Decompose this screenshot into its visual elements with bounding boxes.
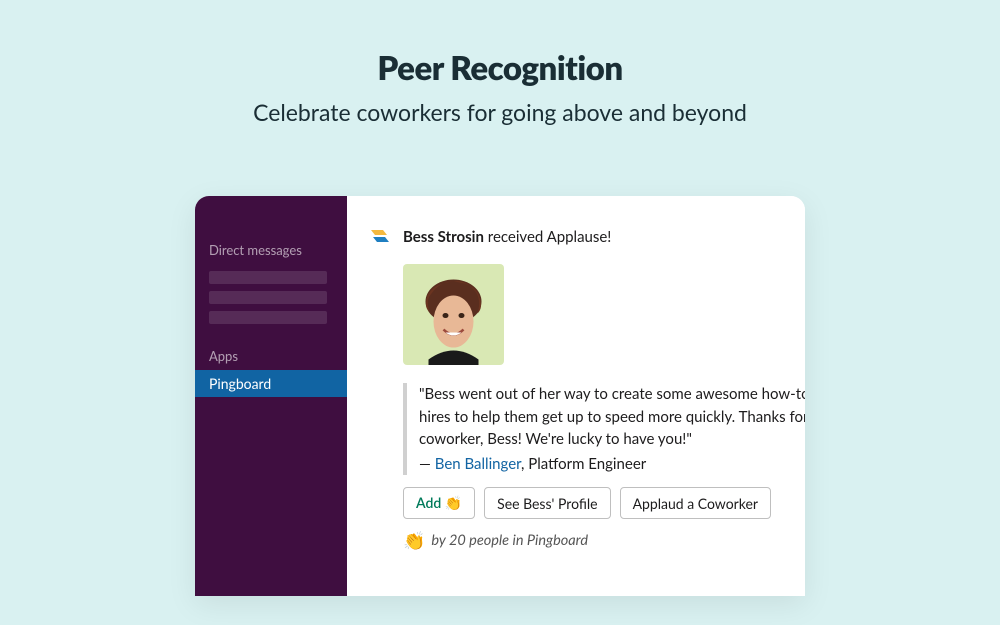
sidebar-dm-label: Direct messages xyxy=(195,236,347,264)
attribution-prefix: — xyxy=(419,455,435,473)
reaction-summary: 👏 by 20 people in Pingboard xyxy=(403,529,805,552)
quote-line: hires to help them get up to speed more … xyxy=(419,406,805,429)
applaud-coworker-button[interactable]: Applaud a Coworker xyxy=(620,487,771,519)
profile-photo xyxy=(403,264,504,365)
clap-icon: 👏 xyxy=(403,529,425,552)
sidebar: Direct messages Apps Pingboard xyxy=(195,196,347,596)
sidebar-apps-label: Apps xyxy=(195,342,347,370)
author-title: , Platform Engineer xyxy=(521,455,646,473)
recipient-name: Bess Strosin xyxy=(403,228,484,246)
page-subtitle: Celebrate coworkers for going above and … xyxy=(0,98,1000,126)
sidebar-item-pingboard[interactable]: Pingboard xyxy=(195,370,347,397)
see-profile-button[interactable]: See Bess' Profile xyxy=(484,487,610,519)
author-link[interactable]: Ben Ballinger xyxy=(435,455,521,473)
action-buttons: Add 👏 See Bess' Profile Applaud a Cowork… xyxy=(403,487,805,519)
message-title: Bess Strosin received Applause! xyxy=(403,228,611,246)
pingboard-icon xyxy=(369,226,391,248)
dm-placeholder xyxy=(209,311,327,324)
dm-placeholder xyxy=(209,291,327,304)
action-text: received Applause! xyxy=(484,228,611,246)
add-applause-button[interactable]: Add 👏 xyxy=(403,487,475,519)
message-content: Bess Strosin received Applause! "Bess we… xyxy=(347,196,805,596)
dm-placeholder xyxy=(209,271,327,284)
quote-block: "Bess went out of her way to create some… xyxy=(403,383,805,475)
quote-line: coworker, Bess! We're lucky to have you!… xyxy=(419,428,805,451)
quote-attribution: — Ben Ballinger, Platform Engineer xyxy=(419,453,805,476)
reaction-text: by 20 people in Pingboard xyxy=(431,532,588,549)
quote-line: "Bess went out of her way to create some… xyxy=(419,383,805,406)
page-title: Peer Recognition xyxy=(0,48,1000,88)
slack-window: Direct messages Apps Pingboard Bess Stro… xyxy=(195,196,805,596)
